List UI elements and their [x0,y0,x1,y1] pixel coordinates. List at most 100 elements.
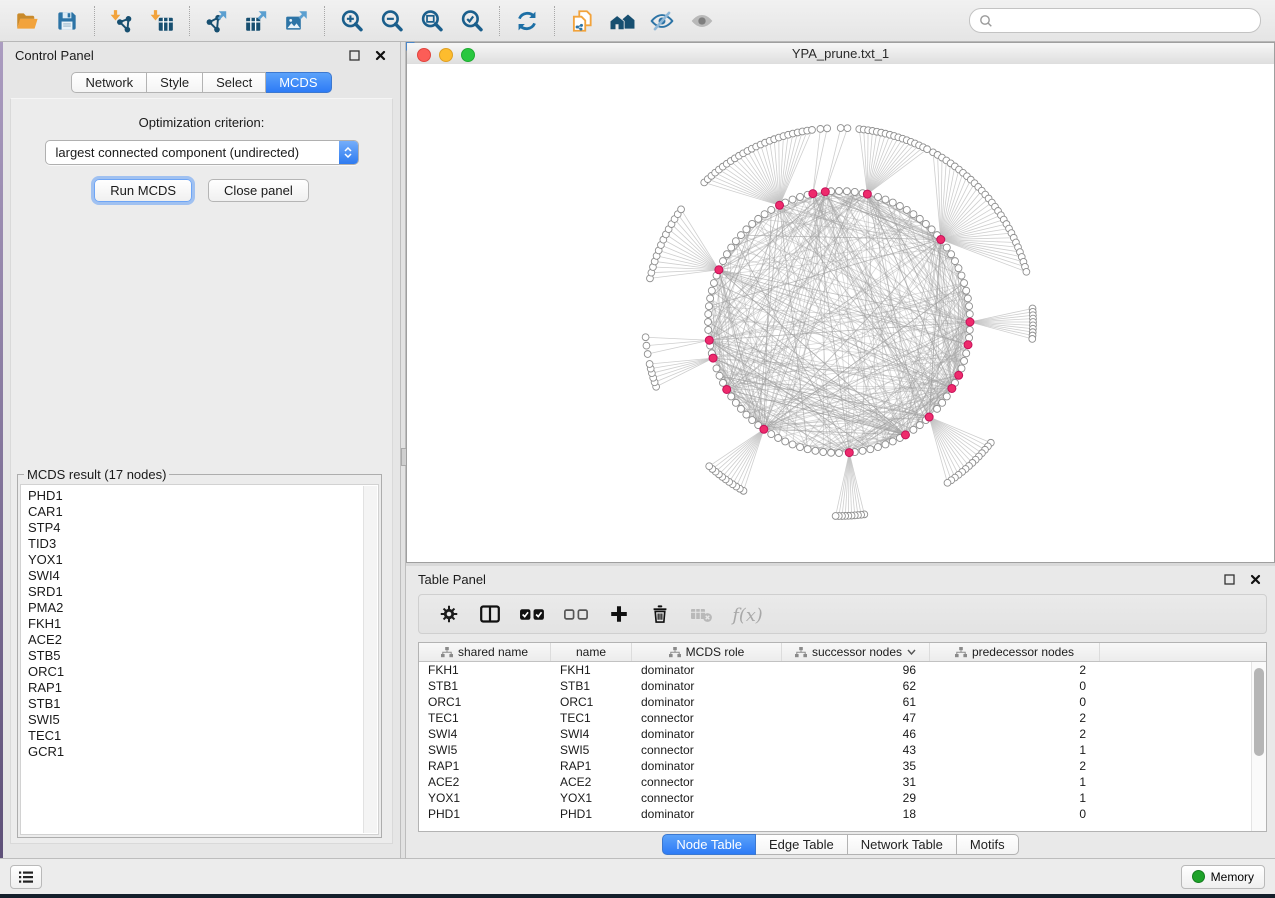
graph-node[interactable] [797,193,804,200]
add-column-button[interactable] [605,599,633,629]
graph-node[interactable] [964,295,971,302]
graph-leaf-node[interactable] [809,126,816,133]
table-row[interactable]: ORC1ORC1dominator610 [419,694,1266,710]
mcds-result-item[interactable]: GCR1 [28,744,378,760]
column-header-successor-nodes[interactable]: successor nodes [782,643,930,661]
graph-node[interactable] [889,199,896,206]
table-row[interactable]: ACE2ACE2connector311 [419,774,1266,790]
graph-node[interactable] [966,334,973,341]
tab-style[interactable]: Style [147,72,203,93]
mcds-result-item[interactable]: SWI4 [28,568,378,584]
export-table-button[interactable] [241,6,273,36]
zoom-fit-button[interactable] [416,6,448,36]
graph-leaf-node[interactable] [1023,268,1030,275]
panel-float-button[interactable] [1221,571,1237,587]
table-row[interactable]: TEC1TEC1connector472 [419,710,1266,726]
graph-node[interactable] [708,287,715,294]
graph-mcds-node[interactable] [955,371,963,379]
mcds-result-item[interactable]: PMA2 [28,600,378,616]
graph-node[interactable] [903,206,910,213]
graph-leaf-node[interactable] [944,479,951,486]
import-table-button[interactable] [146,6,178,36]
mcds-result-item[interactable]: SRD1 [28,584,378,600]
mcds-result-item[interactable]: TEC1 [28,728,378,744]
graph-node[interactable] [720,258,727,265]
graph-node[interactable] [928,226,935,233]
graph-node[interactable] [922,220,929,227]
select-all-button[interactable] [517,599,548,629]
mcds-result-item[interactable]: YOX1 [28,552,378,568]
table-row[interactable]: PHD1PHD1dominator180 [419,806,1266,822]
graph-node[interactable] [768,206,775,213]
graph-node[interactable] [966,311,973,318]
graph-node[interactable] [732,399,739,406]
mcds-result-item[interactable]: ORC1 [28,664,378,680]
mcds-result-item[interactable]: STP4 [28,520,378,536]
tab-select[interactable]: Select [203,72,266,93]
graph-node[interactable] [882,441,889,448]
mcds-result-item[interactable]: TID3 [28,536,378,552]
graph-node[interactable] [836,188,843,195]
graph-leaf-node[interactable] [1029,336,1036,343]
tab-network[interactable]: Network [71,72,147,93]
graph-node[interactable] [874,444,881,451]
graph-node[interactable] [761,211,768,218]
graph-node[interactable] [705,303,712,310]
graph-leaf-node[interactable] [642,334,649,341]
graph-node[interactable] [710,280,717,287]
zoom-selected-button[interactable] [456,6,488,36]
graph-node[interactable] [943,244,950,251]
export-image-button[interactable] [281,6,313,36]
save-session-button[interactable] [51,6,83,36]
graph-mcds-node[interactable] [760,425,768,433]
export-network-button[interactable] [201,6,233,36]
graph-mcds-node[interactable] [709,354,717,362]
graph-node[interactable] [966,303,973,310]
close-window-icon[interactable] [417,48,431,62]
graph-mcds-node[interactable] [925,413,933,421]
graph-node[interactable] [820,449,827,456]
tab-edge-table[interactable]: Edge Table [756,834,848,855]
network-window-titlebar[interactable]: YPA_prune.txt_1 [407,43,1274,65]
graph-node[interactable] [948,251,955,258]
graph-node[interactable] [723,251,730,258]
graph-node[interactable] [910,211,917,218]
graph-leaf-node[interactable] [646,361,653,368]
close-panel-button[interactable]: Close panel [208,179,309,202]
graph-node[interactable] [789,196,796,203]
toggle-panels-button[interactable] [476,599,504,629]
search-box[interactable] [969,8,1261,33]
graph-node[interactable] [889,438,896,445]
duplicate-network-button[interactable] [566,6,598,36]
graph-node[interactable] [782,438,789,445]
graph-mcds-node[interactable] [964,341,972,349]
graph-node[interactable] [955,265,962,272]
delete-column-button[interactable] [646,599,674,629]
graph-node[interactable] [882,196,889,203]
graph-node[interactable] [963,350,970,357]
graph-node[interactable] [743,411,750,418]
graph-node[interactable] [896,203,903,210]
graph-leaf-node[interactable] [844,125,851,132]
graph-node[interactable] [874,193,881,200]
graph-node[interactable] [851,188,858,195]
graph-node[interactable] [743,226,750,233]
mcds-result-list[interactable]: PHD1CAR1STP4TID3YOX1SWI4SRD1PMA2FKH1ACE2… [20,484,379,835]
graph-node[interactable] [916,422,923,429]
zoom-in-button[interactable] [336,6,368,36]
graph-mcds-node[interactable] [776,201,784,209]
graph-node[interactable] [804,446,811,453]
show-all-button[interactable] [686,6,718,36]
mcds-result-item[interactable]: SWI5 [28,712,378,728]
panel-close-button[interactable] [1247,571,1263,587]
mcds-list-scrollbar[interactable] [363,486,377,833]
first-neighbors-button[interactable] [606,6,638,36]
graph-mcds-node[interactable] [723,385,731,393]
memory-button[interactable]: Memory [1181,865,1265,889]
graph-leaf-node[interactable] [817,125,824,132]
graph-node[interactable] [789,441,796,448]
tab-network-table[interactable]: Network Table [848,834,957,855]
graph-node[interactable] [755,215,762,222]
graph-mcds-node[interactable] [845,449,853,457]
deselect-all-button[interactable] [561,599,592,629]
